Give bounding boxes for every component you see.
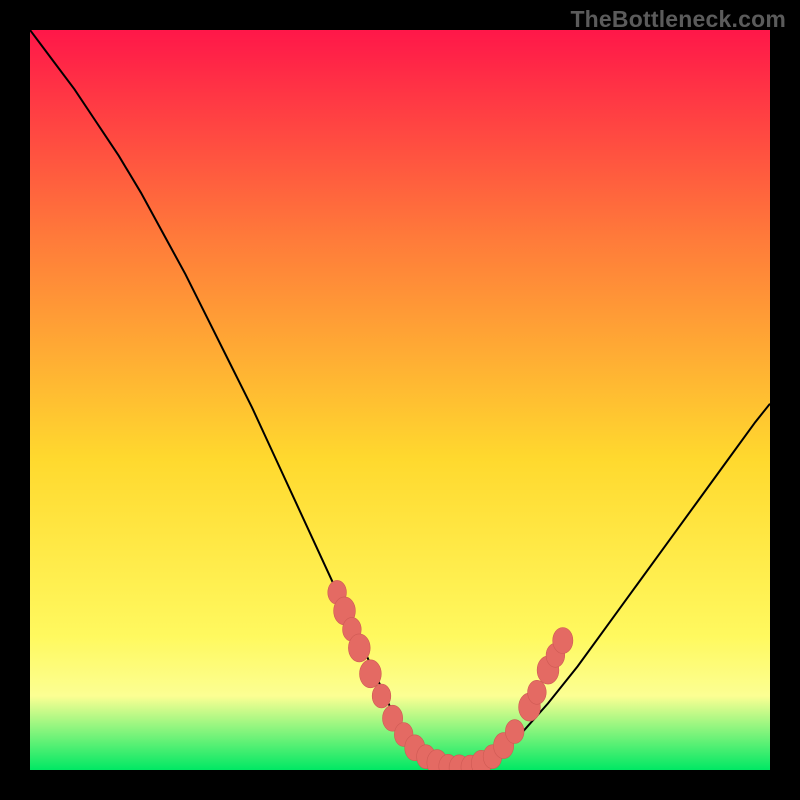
chart-frame: TheBottleneck.com: [0, 0, 800, 800]
plot-area: [30, 30, 770, 770]
curve-marker: [553, 628, 573, 654]
curve-marker: [505, 720, 524, 744]
watermark-text: TheBottleneck.com: [570, 6, 786, 33]
curve-marker: [360, 660, 382, 688]
gradient-background: [30, 30, 770, 770]
curve-marker: [348, 634, 370, 662]
curve-marker: [528, 680, 547, 704]
curve-marker: [372, 684, 391, 708]
bottleneck-chart: [30, 30, 770, 770]
